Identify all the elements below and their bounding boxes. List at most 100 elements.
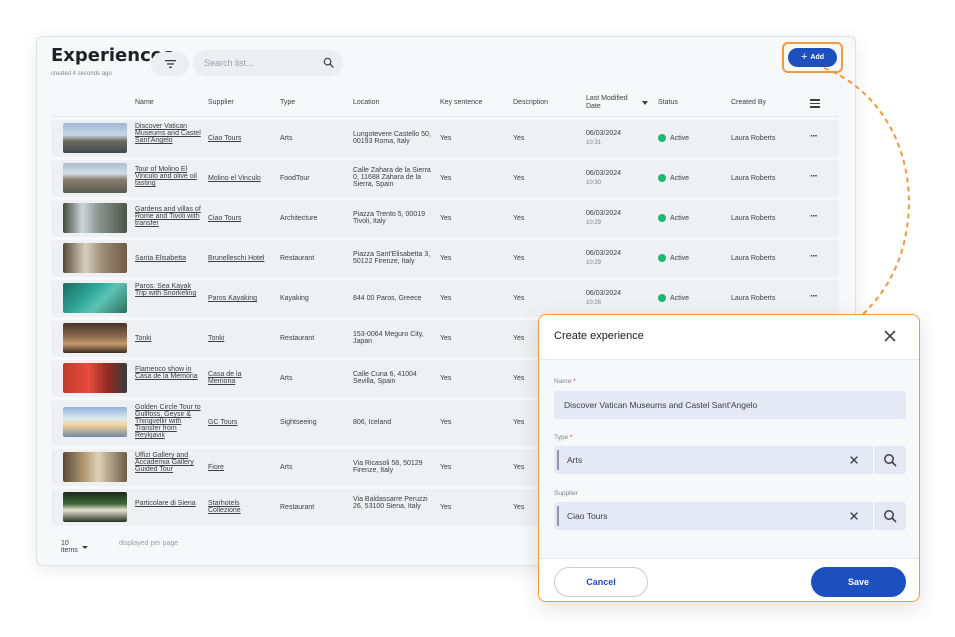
row-thumbnail [63,452,127,482]
table-row[interactable]: Discover Vatican Museums and Castel Sant… [51,120,839,157]
row-supplier-link[interactable]: Ciao Tours [208,215,241,222]
row-time: 10:31 [586,140,602,146]
row-type: Restaurant [280,255,315,262]
type-selected-indicator [557,450,559,470]
row-supplier-link[interactable]: GC Tours [208,419,237,426]
row-thumbnail [63,123,127,153]
row-type: Kayaking [280,295,309,302]
row-actions-icon[interactable]: ··· [810,291,818,302]
row-description: Yes [513,419,525,426]
chevron-down-icon [81,545,88,549]
status-badge: Active [658,174,689,182]
columns-menu-icon[interactable] [810,99,820,108]
row-name-link[interactable]: Particolare di Siena [135,500,201,507]
dialog-body: Name * Discover Vatican Museums and Cast… [539,360,919,558]
row-name-link[interactable]: Golden Circle Tour to Gullfoss, Geysir &… [135,404,203,439]
items-per-page-select[interactable]: 10 items [61,540,88,554]
row-date: 06/03/2024 [586,210,622,217]
row-supplier-link[interactable]: Ciao Tours [208,135,241,142]
status-dot-icon [658,174,666,182]
row-location: Piazza Trento 5, 00019 Tivoli, Italy [353,211,425,225]
column-header-name[interactable]: Name [135,99,154,107]
column-header-created-by[interactable]: Created By [731,99,766,107]
row-location: 844 00 Paros, Greece [353,295,422,302]
row-actions-icon[interactable]: ··· [810,251,818,262]
search-icon[interactable] [323,57,334,68]
column-header-key-sentence[interactable]: Key sentence [440,99,482,107]
search-icon[interactable] [883,509,897,523]
table-row[interactable]: Gardens and villas of Rome and Tivoli wi… [51,200,839,237]
column-header-supplier[interactable]: Supplier [208,99,234,107]
table-row[interactable]: Tour of Molino El Vinculo and olive oil … [51,160,839,197]
close-icon[interactable] [883,329,897,343]
type-field-label: Type * [554,434,573,441]
status-dot-icon [658,134,666,142]
row-supplier-link[interactable]: Tonki [208,335,224,342]
filter-button[interactable] [151,52,189,76]
supplier-select[interactable]: Ciao Tours [554,502,906,530]
column-header-location[interactable]: Location [353,99,379,107]
cancel-button[interactable]: Cancel [554,567,648,597]
create-experience-dialog: Create experience Name * Discover Vatica… [538,314,920,602]
search-box [193,50,343,76]
name-field[interactable]: Discover Vatican Museums and Castel Sant… [554,391,906,419]
row-location: Piazza Sant'Elisabetta 3, 50122 Firenze,… [353,251,431,265]
row-supplier-link[interactable]: Brunelleschi Hotel [208,255,264,262]
table-header: Name Supplier Type Location Key sentence… [51,91,839,117]
row-actions-icon[interactable]: ··· [810,131,818,142]
row-actions-icon[interactable]: ··· [810,171,818,182]
column-header-last-modified[interactable]: Last Modified Date [586,95,644,111]
row-name-link[interactable]: Gardens and villas of Rome and Tivoli wi… [135,206,201,227]
row-thumbnail [63,243,127,273]
type-select[interactable]: Arts [554,446,906,474]
row-description: Yes [513,175,525,182]
row-date: 06/03/2024 [586,130,622,137]
row-type: Restaurant [280,335,315,342]
row-description: Yes [513,375,525,382]
row-thumbnail [63,323,127,353]
clear-icon[interactable] [848,454,860,466]
row-supplier-link[interactable]: Casa de la Memoria [208,371,258,385]
row-type: Arts [280,375,293,382]
table-row[interactable]: Santa Elisabetta Brunelleschi Hotel Rest… [51,240,839,277]
row-key-sentence: Yes [440,215,452,222]
row-type: Architecture [280,215,318,222]
row-time: 10:29 [586,220,602,226]
row-supplier-link[interactable]: Molino el Vinculo [208,175,261,182]
row-name-link[interactable]: Discover Vatican Museums and Castel Sant… [135,123,201,144]
row-name-link[interactable]: Tour of Molino El Vinculo and olive oil … [135,166,201,187]
field-divider [873,502,874,530]
row-name-link[interactable]: Tonki [135,335,201,342]
row-key-sentence: Yes [440,255,452,262]
row-key-sentence: Yes [440,135,452,142]
column-header-type[interactable]: Type [280,99,295,107]
row-supplier-link[interactable]: Fiore [208,464,224,471]
row-type: Sightseeing [280,419,317,426]
row-location: Lungotevere Castello 50, 00193 Roma, Ita… [353,131,431,145]
row-name-link[interactable]: Santa Elisabetta [135,255,201,262]
filter-icon [164,60,176,68]
row-type: Restaurant [280,504,315,511]
row-time: 10:28 [586,300,602,306]
row-actions-icon[interactable]: ··· [810,211,818,222]
column-header-status[interactable]: Status [658,99,678,107]
clear-icon[interactable] [848,510,860,522]
row-description: Yes [513,215,525,222]
status-dot-icon [658,294,666,302]
row-name-link[interactable]: Flamenco show in Casa de la Memoria [135,366,201,380]
row-name-link[interactable]: Uffizi Gallery and Accademia Gallery Gui… [135,452,201,473]
dialog-header: Create experience [539,315,919,360]
save-button[interactable]: Save [811,567,906,597]
row-supplier-link[interactable]: Starhotels Collezione [208,500,258,514]
column-header-description[interactable]: Description [513,99,548,107]
row-supplier-link[interactable]: Paros Kayaking [208,295,257,302]
search-icon[interactable] [883,453,897,467]
row-key-sentence: Yes [440,464,452,471]
row-name-link[interactable]: Paros: Sea Kayak Trip with Snorkeling [135,283,201,297]
row-key-sentence: Yes [440,419,452,426]
sort-desc-icon[interactable] [642,101,648,105]
row-location: 806, Iceland [353,419,392,426]
table-row[interactable]: Paros: Sea Kayak Trip with Snorkeling Pa… [51,280,839,317]
search-input[interactable] [204,58,314,68]
plus-icon: + [800,51,808,63]
